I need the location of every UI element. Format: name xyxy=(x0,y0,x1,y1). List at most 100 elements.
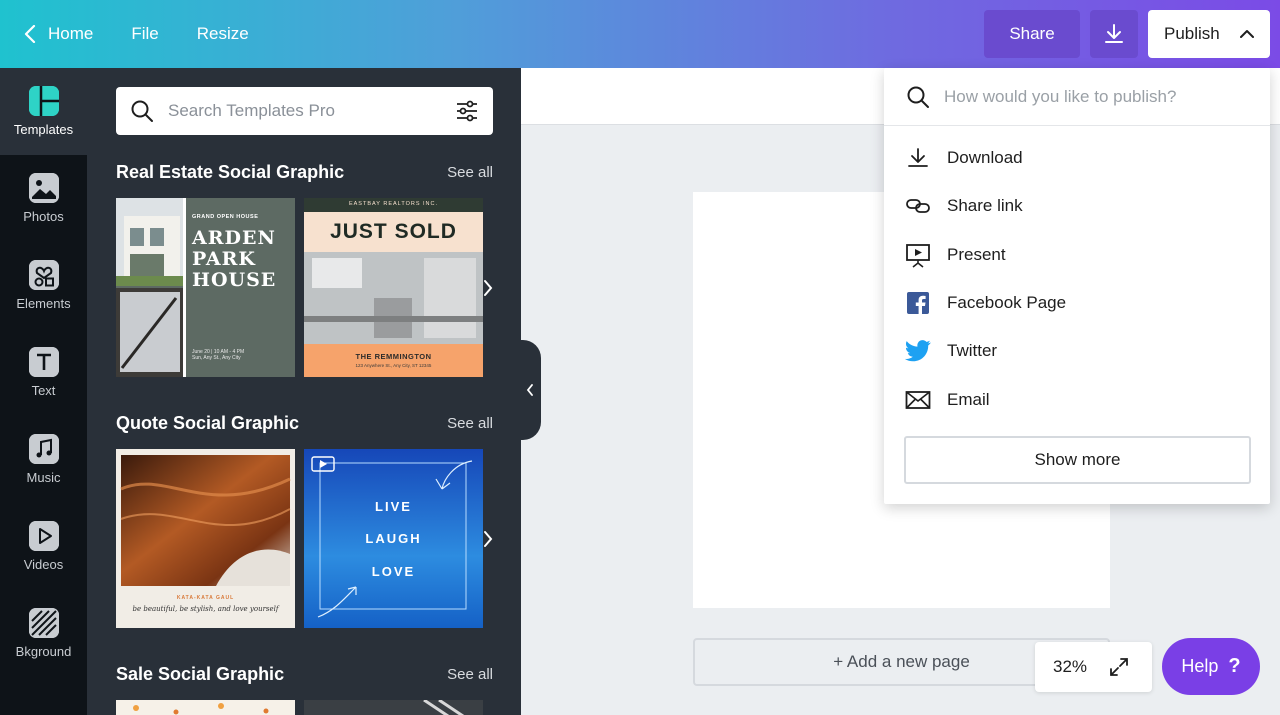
see-all-link[interactable]: See all xyxy=(447,164,493,181)
publish-option-label: Download xyxy=(947,148,1023,168)
share-button[interactable]: Share xyxy=(984,10,1080,58)
template-thumb-sale-2[interactable] xyxy=(304,700,483,715)
publish-option-share-link[interactable]: Share link xyxy=(884,182,1270,230)
publish-dropdown: How would you like to publish? Download … xyxy=(884,68,1270,504)
section-real-estate-header: Real Estate Social Graphic See all xyxy=(116,162,493,183)
background-icon xyxy=(28,608,59,638)
download-icon xyxy=(1105,24,1123,43)
thumb-quote-author: KATA-KATA GAUL xyxy=(176,595,235,601)
template-thumb-quote-hair[interactable]: KATA-KATA GAUL be beautiful, be stylish,… xyxy=(116,449,295,628)
rail-item-elements[interactable]: Elements xyxy=(0,242,87,329)
search-icon xyxy=(907,86,929,108)
filter-icon[interactable] xyxy=(455,99,479,123)
rail-label-videos: Videos xyxy=(23,557,64,572)
rail-label-text: Text xyxy=(31,383,56,398)
publish-options-list: Download Share link Present Facebook Pag… xyxy=(884,126,1270,424)
section-sale-header: Sale Social Graphic See all xyxy=(116,664,493,685)
email-icon xyxy=(905,387,931,413)
template-thumb-sale-1[interactable] xyxy=(116,700,295,715)
chevron-left-icon xyxy=(526,384,533,396)
thumb-property-name: THE REMMINGTON xyxy=(355,352,432,361)
publish-button[interactable]: Publish xyxy=(1148,10,1270,58)
thumb-kicker: GRAND OPEN HOUSE xyxy=(192,214,259,220)
home-label: Home xyxy=(48,24,94,43)
left-rail: Templates Photos Elements Text Music Vid… xyxy=(0,68,87,715)
section-title: Sale Social Graphic xyxy=(116,664,285,684)
thumb-title-line2: PARK xyxy=(192,248,256,270)
rail-label-photos: Photos xyxy=(23,209,64,224)
photos-icon xyxy=(28,173,59,203)
chevron-left-icon xyxy=(24,25,36,43)
carousel-next-real-estate[interactable] xyxy=(478,273,498,303)
help-button[interactable]: Help ? xyxy=(1162,638,1260,695)
section-title: Quote Social Graphic xyxy=(116,413,300,433)
rail-item-templates[interactable]: Templates xyxy=(0,68,87,155)
thumb-headline: JUST SOLD xyxy=(330,220,457,243)
rail-label-templates: Templates xyxy=(13,122,74,137)
zoom-control[interactable]: 32% xyxy=(1035,642,1152,692)
templates-icon xyxy=(28,86,59,116)
publish-option-facebook[interactable]: Facebook Page xyxy=(884,279,1270,327)
template-thumb-just-sold[interactable]: EASTBAY REALTORS INC. JUST SOLD THE REMM… xyxy=(304,198,483,377)
template-search-bar[interactable]: Search Templates Pro xyxy=(116,87,493,135)
section-quote-header: Quote Social Graphic See all xyxy=(116,413,493,434)
see-all-link[interactable]: See all xyxy=(447,666,493,683)
publish-label: Publish xyxy=(1164,24,1220,43)
thumb-quote-text: be beautiful, be stylish, and love yours… xyxy=(132,605,279,613)
share-label: Share xyxy=(1009,24,1055,43)
chevron-up-icon xyxy=(1240,30,1254,38)
publish-option-present[interactable]: Present xyxy=(884,231,1270,279)
publish-option-download[interactable]: Download xyxy=(884,134,1270,182)
template-thumb-live-laugh-love[interactable]: LIVE LAUGH LOVE xyxy=(304,449,483,628)
publish-option-twitter[interactable]: Twitter xyxy=(884,327,1270,375)
publish-option-email[interactable]: Email xyxy=(884,375,1270,423)
top-actions: Share Publish xyxy=(984,10,1270,58)
thumb-footer2: Sun, Any St., Any City xyxy=(192,355,241,361)
text-icon xyxy=(28,347,59,377)
top-bar: Home File Resize Share Publish xyxy=(0,0,1280,68)
rail-item-music[interactable]: Music xyxy=(0,416,87,503)
see-all-link[interactable]: See all xyxy=(447,415,493,432)
rail-item-videos[interactable]: Videos xyxy=(0,503,87,590)
publish-option-label: Email xyxy=(947,389,990,409)
fullscreen-icon[interactable] xyxy=(1109,657,1129,677)
thumb-address: 123 Anywhere St., Any City, ST 12345 xyxy=(355,363,432,368)
publish-option-label: Twitter xyxy=(947,341,998,361)
thumb-line-love: LOVE xyxy=(371,564,416,579)
publish-option-label: Share link xyxy=(947,196,1023,216)
rail-item-background[interactable]: Bkground xyxy=(0,590,87,677)
elements-icon xyxy=(28,260,59,290)
file-label: File xyxy=(131,24,159,43)
resize-button[interactable]: Resize xyxy=(178,0,268,68)
search-icon xyxy=(131,100,153,122)
rail-item-text[interactable]: Text xyxy=(0,329,87,416)
thumb-title-line3: HOUSE xyxy=(192,269,277,291)
facebook-icon xyxy=(905,290,931,316)
publish-search-input[interactable]: How would you like to publish? xyxy=(944,87,1176,107)
publish-option-label: Present xyxy=(947,244,1006,264)
chevron-right-icon xyxy=(484,280,493,296)
show-more-button[interactable]: Show more xyxy=(904,436,1251,484)
rail-label-background: Bkground xyxy=(15,644,72,659)
template-search-input[interactable]: Search Templates Pro xyxy=(168,101,455,121)
rail-label-music: Music xyxy=(26,470,61,485)
resize-label: Resize xyxy=(196,24,249,43)
twitter-icon xyxy=(905,338,931,364)
music-icon xyxy=(28,434,59,464)
carousel-next-quote[interactable] xyxy=(478,524,498,554)
publish-option-label: Facebook Page xyxy=(947,293,1067,313)
file-menu[interactable]: File xyxy=(112,0,177,68)
rail-item-photos[interactable]: Photos xyxy=(0,155,87,242)
top-nav: Home File Resize xyxy=(0,0,268,68)
publish-search-bar[interactable]: How would you like to publish? xyxy=(884,68,1270,126)
zoom-level[interactable]: 32% xyxy=(1053,657,1087,677)
home-button[interactable]: Home xyxy=(0,0,112,68)
thumb-line-laugh: LAUGH xyxy=(365,531,422,546)
template-thumb-arden-park-house[interactable]: GRAND OPEN HOUSE ARDEN PARK HOUSE June 2… xyxy=(116,198,295,377)
collapse-panel-button[interactable] xyxy=(519,340,541,440)
thumb-title-line1: ARDEN xyxy=(192,227,276,249)
thumb-realtor: EASTBAY REALTORS INC. xyxy=(348,201,439,207)
rail-label-elements: Elements xyxy=(16,296,71,311)
download-icon xyxy=(905,145,931,171)
download-button[interactable] xyxy=(1090,10,1138,58)
